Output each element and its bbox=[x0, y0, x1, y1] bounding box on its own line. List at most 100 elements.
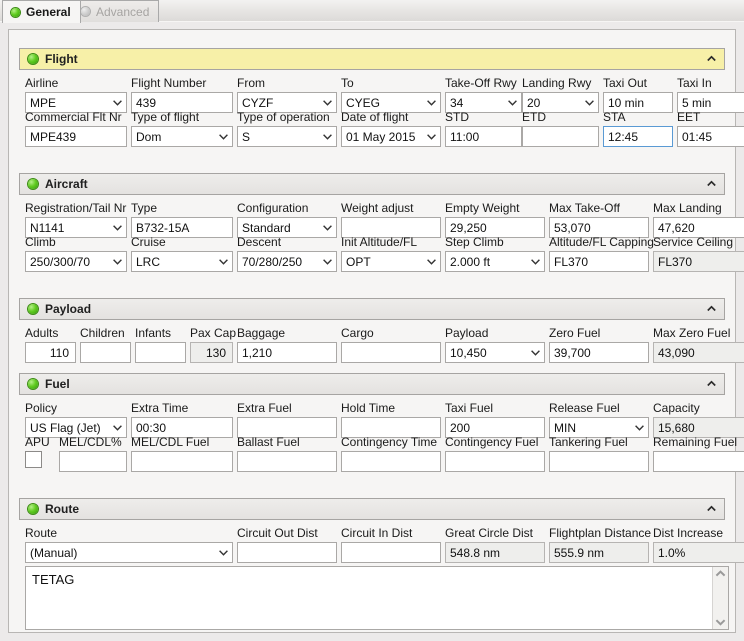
field-altitude-capping: Altitude/FL Capping FL370 bbox=[549, 236, 654, 272]
great-circle-dist-readonly: 548.8 nm bbox=[445, 542, 545, 563]
field-type-of-operation: Type of operation S bbox=[237, 111, 337, 147]
field-aircraft-type: Type B732-15A bbox=[131, 202, 233, 238]
label-release-fuel: Release Fuel bbox=[549, 401, 620, 415]
contingency-time-input[interactable] bbox=[341, 451, 441, 472]
chevron-up-icon[interactable] bbox=[706, 179, 717, 190]
circuit-out-dist-input[interactable] bbox=[237, 542, 337, 563]
init-altitude-combobox[interactable]: OPT bbox=[341, 251, 441, 272]
label-date-of-flight: Date of flight bbox=[341, 110, 409, 124]
children-input[interactable] bbox=[80, 342, 131, 363]
label-circuit-out-dist: Circuit Out Dist bbox=[237, 526, 318, 540]
label-weight-adjust: Weight adjust bbox=[341, 201, 414, 215]
infants-input[interactable] bbox=[135, 342, 186, 363]
field-release-fuel: Release Fuel MIN bbox=[549, 402, 649, 438]
section-route-header[interactable]: Route bbox=[19, 498, 725, 520]
scroll-down-arrow-icon[interactable] bbox=[715, 618, 726, 626]
field-policy: Policy US Flag (Jet) bbox=[25, 402, 127, 438]
ballast-fuel-input[interactable] bbox=[237, 451, 337, 472]
label-commercial-flt-nr: Commercial Flt Nr bbox=[25, 110, 122, 124]
section-aircraft-header[interactable]: Aircraft bbox=[19, 173, 725, 195]
cargo-input[interactable] bbox=[341, 342, 441, 363]
altitude-capping-input[interactable]: FL370 bbox=[549, 251, 649, 272]
field-adults: Adults 110 bbox=[25, 327, 76, 363]
route-textarea-scrollbar[interactable] bbox=[712, 567, 728, 629]
apu-checkbox[interactable] bbox=[25, 451, 42, 468]
field-airline: Airline MPE bbox=[25, 77, 127, 113]
remaining-fuel-input[interactable] bbox=[653, 451, 744, 472]
label-sta: STA bbox=[603, 110, 626, 124]
field-route: Route (Manual) bbox=[25, 527, 233, 563]
section-fuel-header[interactable]: Fuel bbox=[19, 373, 725, 395]
commercial-flt-nr-value: MPE439 bbox=[30, 129, 77, 144]
std-input[interactable]: 11:00 bbox=[445, 126, 522, 147]
label-empty-weight: Empty Weight bbox=[445, 201, 520, 215]
label-airline: Airline bbox=[25, 76, 59, 90]
type-of-flight-combobox[interactable]: Dom bbox=[131, 126, 233, 147]
eet-input[interactable]: 01:45 bbox=[677, 126, 744, 147]
sta-input[interactable]: 12:45 bbox=[603, 126, 673, 147]
general-tab-panel: Flight Airline MPE Flight Number 439 Fro… bbox=[8, 29, 744, 633]
descent-combobox[interactable]: 70/280/250 bbox=[237, 251, 337, 272]
tab-general[interactable]: General bbox=[2, 0, 81, 23]
max-zero-fuel-value: 43,090 bbox=[658, 345, 695, 360]
field-eet: EET 01:45 bbox=[677, 111, 744, 147]
chevron-down-icon bbox=[508, 93, 517, 112]
dist-increase-value: 1.0% bbox=[658, 545, 686, 560]
section-flight-body: Airline MPE Flight Number 439 From CYZF bbox=[19, 70, 744, 147]
baggage-input[interactable]: 1,210 bbox=[237, 342, 337, 363]
route-text-value: TETAG bbox=[32, 572, 75, 587]
label-etd: ETD bbox=[522, 110, 546, 124]
field-to: To CYEG bbox=[341, 77, 441, 113]
label-mel-cdl-fuel: MEL/CDL Fuel bbox=[131, 435, 210, 449]
field-infants: Infants bbox=[135, 327, 186, 363]
route-combobox[interactable]: (Manual) bbox=[25, 542, 233, 563]
registration-value: N1141 bbox=[30, 220, 65, 235]
mel-cdl-pct-input[interactable] bbox=[59, 451, 127, 472]
section-flight-header[interactable]: Flight bbox=[19, 48, 725, 70]
cruise-combobox[interactable]: LRC bbox=[131, 251, 233, 272]
field-great-circle-dist: Great Circle Dist 548.8 nm bbox=[445, 527, 545, 563]
etd-input[interactable] bbox=[522, 126, 599, 147]
field-takeoff-rwy: Take-Off Rwy 34 bbox=[445, 77, 522, 113]
label-flight-number: Flight Number bbox=[131, 76, 207, 90]
label-apu: APU bbox=[25, 435, 50, 449]
chevron-up-icon[interactable] bbox=[706, 304, 717, 315]
section-fuel: Fuel Policy US Flag (Jet) Extra Time 00:… bbox=[19, 373, 744, 472]
field-service-ceiling: Service Ceiling FL370 bbox=[653, 236, 744, 272]
adults-input[interactable]: 110 bbox=[25, 342, 76, 363]
section-payload-header[interactable]: Payload bbox=[19, 298, 725, 320]
type-of-operation-value: S bbox=[242, 129, 251, 144]
section-flight: Flight Airline MPE Flight Number 439 Fro… bbox=[19, 48, 744, 147]
tankering-fuel-input[interactable] bbox=[549, 451, 649, 472]
tab-strip: General Advanced bbox=[0, 0, 744, 23]
chevron-down-icon bbox=[323, 218, 332, 237]
field-ballast-fuel: Ballast Fuel bbox=[237, 436, 337, 472]
chevron-up-icon[interactable] bbox=[706, 504, 717, 515]
contingency-fuel-input[interactable] bbox=[445, 451, 545, 472]
field-payload: Payload 10,450 bbox=[445, 327, 545, 363]
circuit-in-dist-input[interactable] bbox=[341, 542, 441, 563]
label-climb: Climb bbox=[25, 235, 56, 249]
label-remaining-fuel: Remaining Fuel bbox=[653, 435, 738, 449]
step-climb-combobox[interactable]: 2.000 ft bbox=[445, 251, 545, 272]
climb-value: 250/300/70 bbox=[30, 254, 91, 269]
chevron-up-icon[interactable] bbox=[706, 54, 717, 65]
zero-fuel-input[interactable]: 39,700 bbox=[549, 342, 649, 363]
chevron-up-icon[interactable] bbox=[706, 379, 717, 390]
mel-cdl-fuel-input[interactable] bbox=[131, 451, 233, 472]
label-max-landing: Max Landing bbox=[653, 201, 722, 215]
climb-combobox[interactable]: 250/300/70 bbox=[25, 251, 127, 272]
date-of-flight-combobox[interactable]: 01 May 2015 bbox=[341, 126, 441, 147]
scroll-up-arrow-icon[interactable] bbox=[715, 570, 726, 578]
route-textarea[interactable]: TETAG bbox=[25, 566, 729, 630]
label-flightplan-distance: Flightplan Distance bbox=[549, 526, 652, 540]
label-max-zero-fuel: Max Zero Fuel bbox=[653, 326, 731, 340]
commercial-flt-nr-input[interactable]: MPE439 bbox=[25, 126, 127, 147]
label-capacity: Capacity bbox=[653, 401, 700, 415]
date-of-flight-value: 01 May 2015 bbox=[346, 129, 416, 144]
tab-advanced[interactable]: Advanced bbox=[72, 0, 160, 22]
type-of-operation-combobox[interactable]: S bbox=[237, 126, 337, 147]
taxi-fuel-value: 200 bbox=[450, 420, 471, 435]
field-circuit-in-dist: Circuit In Dist bbox=[341, 527, 441, 563]
payload-combobox[interactable]: 10,450 bbox=[445, 342, 545, 363]
